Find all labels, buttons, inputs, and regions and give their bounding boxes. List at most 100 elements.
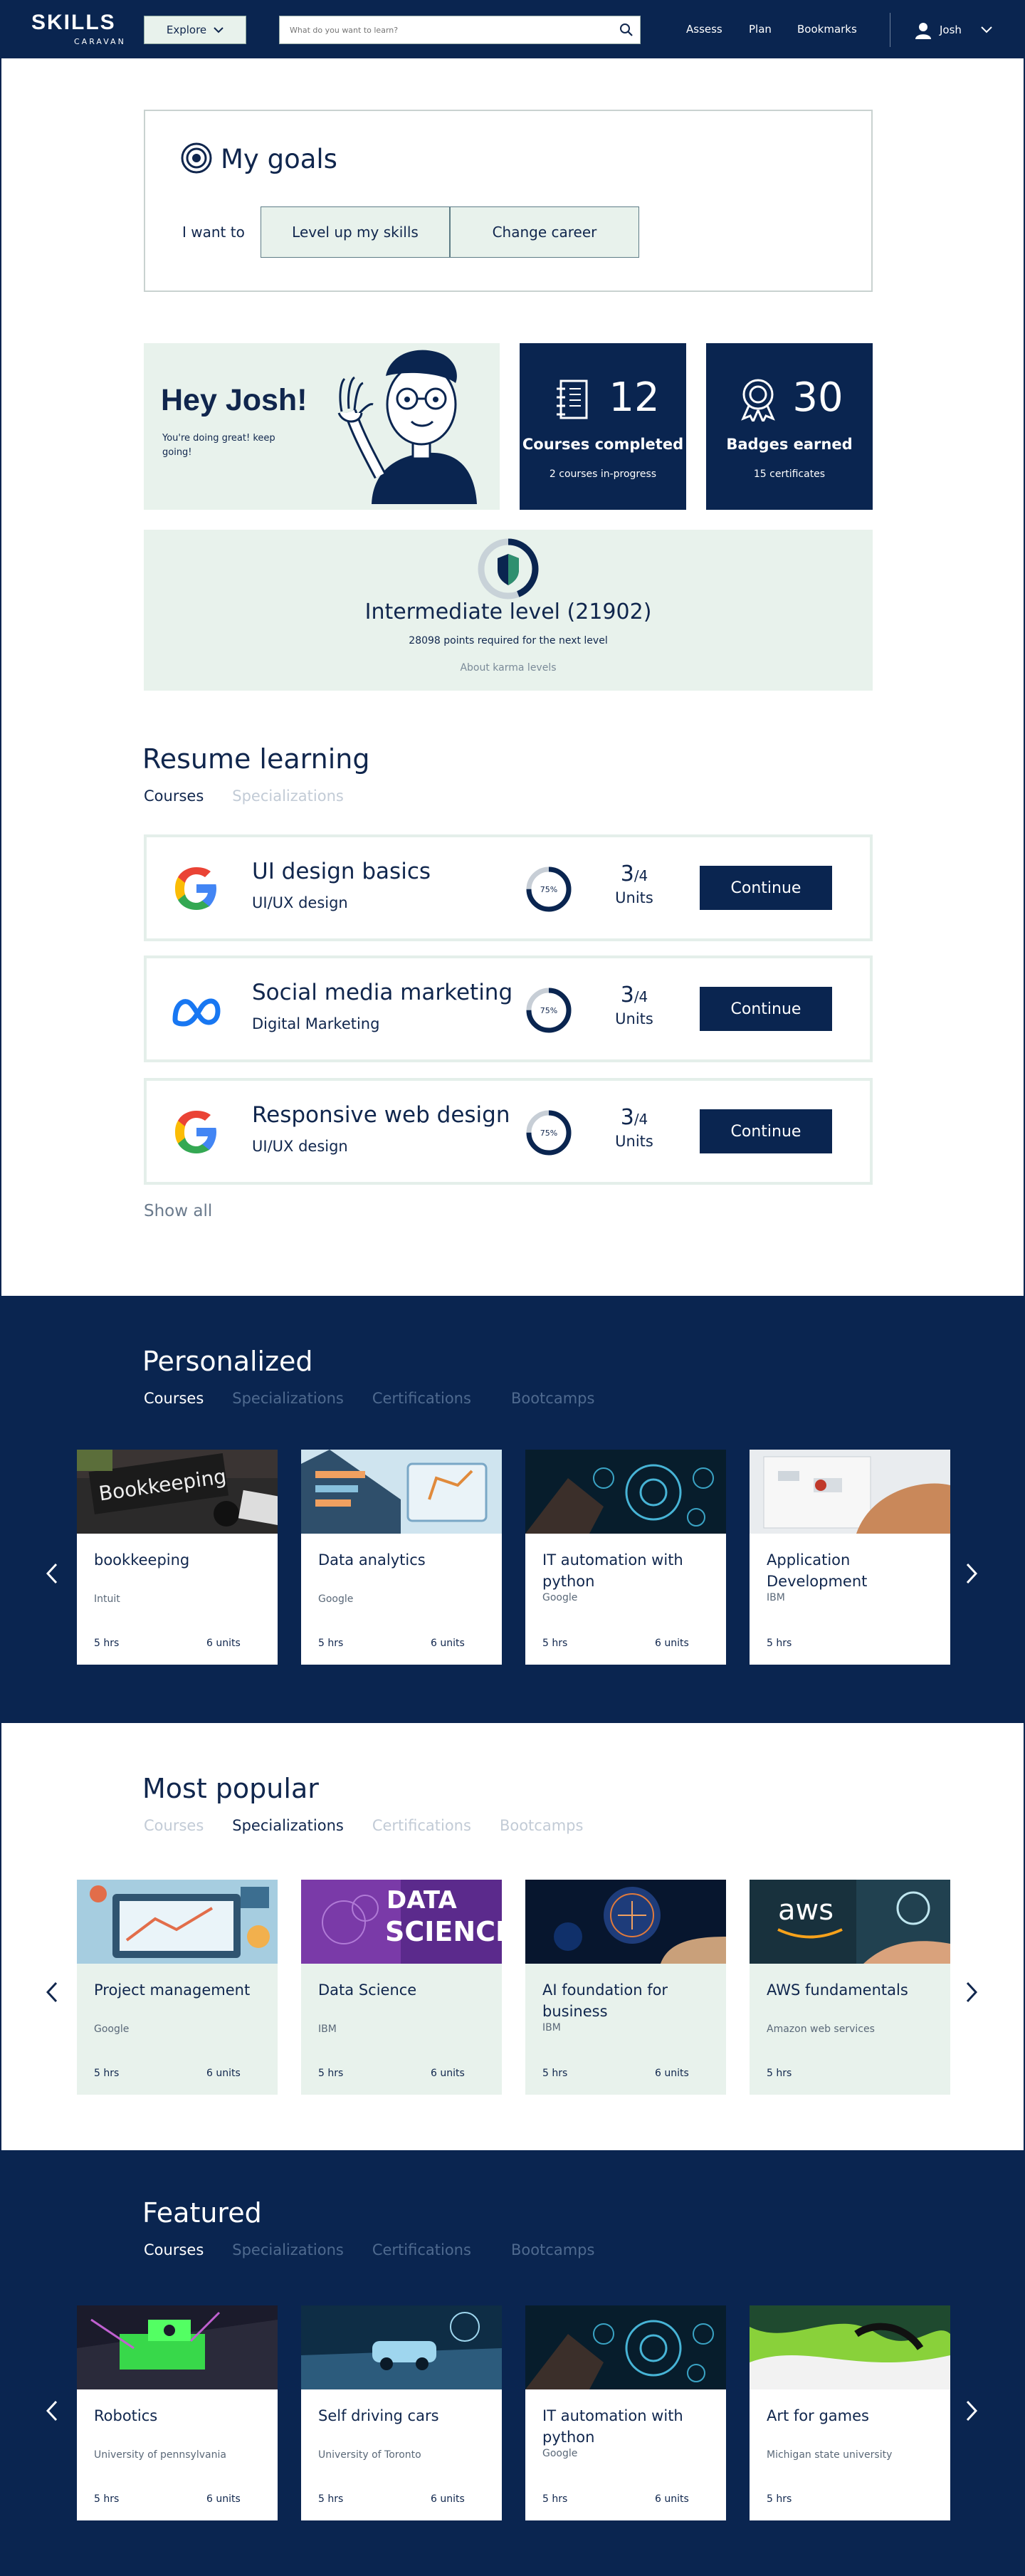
resume-course-card[interactable]: Responsive web design UI/UX design 75% 3/4 U… bbox=[144, 1078, 873, 1185]
course-hours: 5 hrs bbox=[767, 2493, 792, 2505]
course-hours: 5 hrs bbox=[318, 2493, 344, 2505]
search-button[interactable] bbox=[616, 19, 637, 41]
featured-section: Featured Courses Specializations Certifi… bbox=[1, 2150, 1024, 2575]
course-hours: 5 hrs bbox=[94, 2068, 120, 2079]
nav-assess[interactable]: Assess bbox=[686, 23, 722, 36]
personalized-section: Personalized Courses Specializations Cer… bbox=[1, 1296, 1024, 1723]
most-popular-section: Most popular Courses Specializations Cer… bbox=[1, 1723, 1024, 2150]
courses-completed-card[interactable]: 12 Courses completed 2 courses in-progre… bbox=[520, 343, 686, 510]
tab-specializations[interactable]: Specializations bbox=[232, 1817, 344, 1834]
nav-plan[interactable]: Plan bbox=[749, 23, 772, 36]
course-card[interactable]: IT automation with python Google 5 hrs 6 un… bbox=[525, 2305, 726, 2520]
course-card[interactable]: Bookkeeping bookkeeping Intuit 5 hrs 6 units bbox=[77, 1450, 278, 1665]
carousel-next-button[interactable] bbox=[961, 1559, 982, 1588]
about-karma-levels-link[interactable]: About karma levels bbox=[144, 662, 873, 674]
course-hours: 5 hrs bbox=[767, 2068, 792, 2079]
course-name: Responsive web design bbox=[252, 1102, 510, 1128]
resume-tabs: Courses Specializations bbox=[144, 787, 344, 805]
carousel-prev-button[interactable] bbox=[41, 1559, 63, 1588]
my-goals-panel: My goals I want to Level up my skills Ch… bbox=[144, 110, 873, 292]
course-name: Social media marketing bbox=[252, 980, 513, 1005]
featured-title: Featured bbox=[142, 2197, 262, 2229]
course-card[interactable]: Robotics University of pennsylvania 5 hrs 6… bbox=[77, 2305, 278, 2520]
course-card[interactable]: aws AWS fundamentals Amazon web services 5 … bbox=[750, 1880, 950, 2095]
nav-bookmarks[interactable]: Bookmarks bbox=[797, 23, 857, 36]
course-thumbnail: Bookkeeping bbox=[77, 1450, 278, 1534]
tab-bootcamps[interactable]: Bootcamps bbox=[500, 1817, 583, 1834]
tab-certifications[interactable]: Certifications bbox=[372, 1817, 471, 1834]
explore-button[interactable]: Explore bbox=[144, 16, 246, 44]
course-card[interactable]: Project management Google 5 hrs 6 units bbox=[77, 1880, 278, 2095]
search-icon bbox=[620, 23, 633, 36]
tab-specializations[interactable]: Specializations bbox=[232, 787, 344, 805]
course-title: Data Science bbox=[318, 1981, 417, 1999]
tab-courses[interactable]: Courses bbox=[144, 787, 204, 805]
personalized-title: Personalized bbox=[142, 1346, 313, 1377]
course-card[interactable]: IT automation with python Google 5 hrs 6 un… bbox=[525, 1450, 726, 1665]
greeting-title: Hey Josh! bbox=[161, 383, 308, 417]
course-provider: Michigan state university bbox=[767, 2449, 893, 2461]
continue-button[interactable]: Continue bbox=[700, 866, 832, 910]
meta-logo-icon bbox=[172, 998, 221, 1027]
resume-course-card[interactable]: UI design basics UI/UX design 75% 3/4 Units C… bbox=[144, 834, 873, 941]
top-navbar: SKILLS CARAVAN Explore Assess Plan Bookm… bbox=[1, 1, 1025, 58]
course-units: 6 units bbox=[206, 2068, 241, 2079]
image-text: DATA bbox=[387, 1886, 457, 1915]
google-logo-icon bbox=[175, 867, 216, 910]
logo-text: SKILLS bbox=[31, 11, 116, 34]
resume-course-card[interactable]: Social media marketing Digital Marketing 7… bbox=[144, 955, 873, 1062]
course-provider: Intuit bbox=[94, 1593, 120, 1605]
user-menu[interactable]: Josh bbox=[914, 19, 993, 41]
course-hours: 5 hrs bbox=[542, 1638, 568, 1649]
resume-learning-title: Resume learning bbox=[142, 743, 370, 775]
course-thumbnail bbox=[525, 2305, 726, 2389]
course-hours: 5 hrs bbox=[318, 2068, 344, 2079]
course-card[interactable]: Self driving cars University of Toronto 5 … bbox=[301, 2305, 502, 2520]
tab-courses[interactable]: Courses bbox=[144, 2241, 204, 2258]
course-units: 6 units bbox=[431, 2068, 465, 2079]
course-hours: 5 hrs bbox=[94, 2493, 120, 2505]
tab-specializations[interactable]: Specializations bbox=[232, 2241, 344, 2258]
show-all-link[interactable]: Show all bbox=[144, 1202, 212, 1220]
course-card[interactable]: DATA SCIENCE Data Science IBM 5 hrs 6 units bbox=[301, 1880, 502, 2095]
tab-certifications[interactable]: Certifications bbox=[372, 2241, 471, 2258]
carousel-prev-button[interactable] bbox=[41, 2397, 63, 2425]
course-thumbnail bbox=[525, 1880, 726, 1964]
course-card[interactable]: Data analytics Google 5 hrs 6 units bbox=[301, 1450, 502, 1665]
search-input[interactable] bbox=[280, 16, 607, 43]
course-card[interactable]: AI foundation for business IBM 5 hrs 6 unit… bbox=[525, 1880, 726, 2095]
tab-specializations[interactable]: Specializations bbox=[232, 1390, 344, 1407]
tab-certifications[interactable]: Certifications bbox=[372, 1390, 471, 1407]
badges-earned-card[interactable]: 30 Badges earned 15 certificates bbox=[706, 343, 873, 510]
tab-courses[interactable]: Courses bbox=[144, 1390, 204, 1407]
carousel-next-button[interactable] bbox=[961, 1978, 982, 2006]
continue-button[interactable]: Continue bbox=[700, 1109, 832, 1153]
units-total: /4 bbox=[634, 1111, 648, 1128]
course-thumbnail bbox=[301, 2305, 502, 2389]
course-units: 6 units bbox=[655, 2068, 689, 2079]
units-done: 3 bbox=[620, 1105, 634, 1130]
chevron-down-icon bbox=[214, 27, 224, 33]
most-popular-title: Most popular bbox=[142, 1773, 319, 1804]
chevron-right-icon bbox=[966, 1981, 977, 2003]
tab-courses[interactable]: Courses bbox=[144, 1817, 204, 1834]
tab-bootcamps[interactable]: Bootcamps bbox=[511, 2241, 594, 2258]
course-title: Data analytics bbox=[318, 1551, 426, 1569]
goal-change-career-button[interactable]: Change career bbox=[450, 206, 639, 258]
carousel-next-button[interactable] bbox=[961, 2397, 982, 2425]
course-provider: Amazon web services bbox=[767, 2023, 875, 2035]
course-units: 6 units bbox=[431, 1638, 465, 1649]
goal-level-up-button[interactable]: Level up my skills bbox=[261, 206, 450, 258]
tab-bootcamps[interactable]: Bootcamps bbox=[511, 1390, 594, 1407]
courses-inprogress-text: 2 courses in-progress bbox=[549, 468, 657, 480]
continue-button[interactable]: Continue bbox=[700, 987, 832, 1031]
course-provider: IBM bbox=[767, 1592, 785, 1603]
carousel-prev-button[interactable] bbox=[41, 1978, 63, 2006]
course-card[interactable]: Art for games Michigan state university 5 … bbox=[750, 2305, 950, 2520]
courses-completed-number: 12 bbox=[609, 375, 660, 421]
chevron-left-icon bbox=[46, 1563, 58, 1584]
course-thumbnail bbox=[750, 2305, 950, 2389]
course-card[interactable]: Application Development IBM 5 hrs bbox=[750, 1450, 950, 1665]
units-progress: 3/4 Units bbox=[602, 983, 666, 1027]
skills-caravan-logo[interactable]: SKILLS CARAVAN bbox=[31, 11, 124, 48]
